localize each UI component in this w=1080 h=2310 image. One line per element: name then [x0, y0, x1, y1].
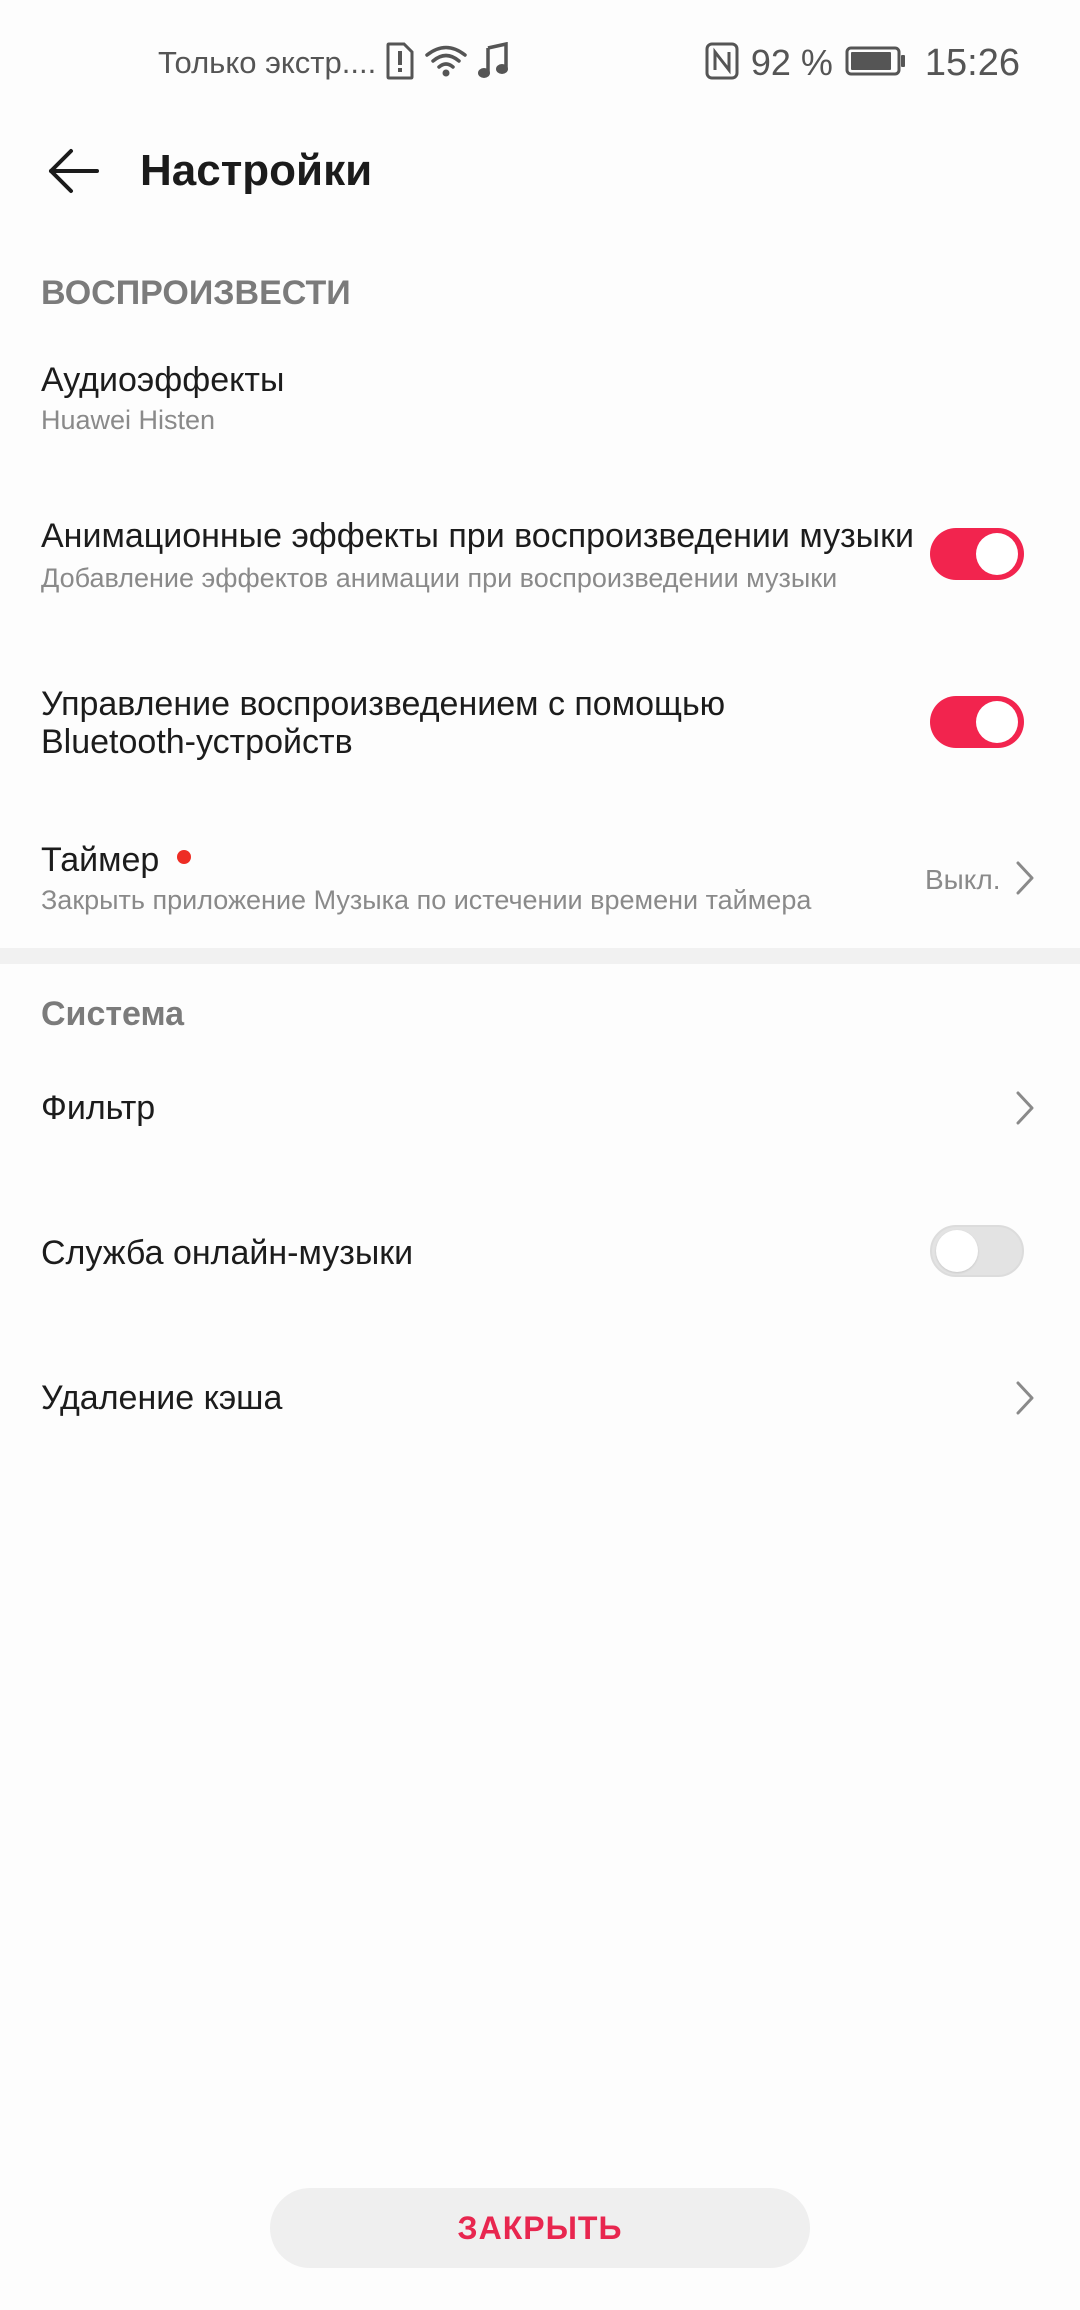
battery-percent: 92 %	[750, 42, 833, 83]
online-music-title: Служба онлайн-музыки	[41, 1234, 414, 1272]
section-divider	[0, 948, 1080, 964]
timer-subtitle: Закрыть приложение Музыка по истечении в…	[41, 885, 812, 915]
timer-row[interactable]: Таймер Закрыть приложение Музыка по исте…	[0, 830, 1080, 940]
animation-effects-title: Анимационные эффекты при воспроизведении…	[41, 517, 914, 555]
toggle-knob	[936, 1230, 978, 1272]
clear-cache-row[interactable]: Удаление кэша	[0, 1360, 1080, 1480]
new-badge-dot	[177, 850, 191, 864]
clock: 15:26	[924, 41, 1020, 84]
toggle-knob	[976, 533, 1018, 575]
chevron-right-icon	[1010, 1088, 1040, 1128]
bluetooth-control-toggle[interactable]	[930, 696, 1024, 748]
music-note-icon	[478, 41, 510, 85]
back-button[interactable]	[38, 138, 108, 208]
status-bar-left: Только экстр....	[158, 38, 510, 88]
audio-effects-title: Аудиоэффекты	[41, 361, 285, 399]
page-title: Настройки	[140, 146, 373, 195]
clear-cache-title: Удаление кэша	[41, 1379, 283, 1417]
online-music-toggle[interactable]	[930, 1225, 1024, 1277]
timer-title: Таймер	[41, 841, 160, 879]
section-header-playback: ВОСПРОИЗВЕСТИ	[41, 274, 351, 312]
arrow-left-icon	[47, 147, 99, 200]
status-bar-right: 92 % 15:26	[705, 38, 1020, 88]
audio-effects-row[interactable]: Аудиоэффекты Huawei Histen	[0, 350, 1080, 470]
carrier-label: Только экстр....	[158, 45, 377, 80]
animation-effects-subtitle: Добавление эффектов анимации при воспрои…	[41, 563, 838, 593]
chevron-right-icon	[1010, 858, 1040, 898]
timer-value: Выкл.	[925, 864, 1001, 895]
chevron-right-icon	[1010, 1378, 1040, 1418]
toggle-knob	[976, 701, 1018, 743]
nfc-icon	[705, 42, 739, 85]
status-bar: Только экстр.... 92 % 15:26	[0, 0, 1080, 120]
battery-icon	[845, 46, 907, 81]
audio-effects-subtitle: Huawei Histen	[41, 405, 216, 435]
bluetooth-control-title-line1: Управление воспроизведением с помощью	[41, 685, 726, 723]
close-button[interactable]: ЗАКРЫТЬ	[270, 2188, 810, 2268]
filter-row[interactable]: Фильтр	[0, 1070, 1080, 1190]
animation-effects-row[interactable]: Анимационные эффекты при воспроизведении…	[0, 508, 1080, 638]
online-music-row[interactable]: Служба онлайн-музыки	[0, 1215, 1080, 1335]
wifi-icon	[424, 42, 468, 85]
bluetooth-control-title-line2: Bluetooth-устройств	[41, 723, 353, 761]
animation-effects-toggle[interactable]	[930, 528, 1024, 580]
sim-alert-icon	[386, 42, 414, 85]
bluetooth-control-row[interactable]: Управление воспроизведением с помощью Bl…	[0, 676, 1080, 806]
section-header-system: Система	[41, 995, 185, 1033]
filter-title: Фильтр	[41, 1089, 156, 1127]
